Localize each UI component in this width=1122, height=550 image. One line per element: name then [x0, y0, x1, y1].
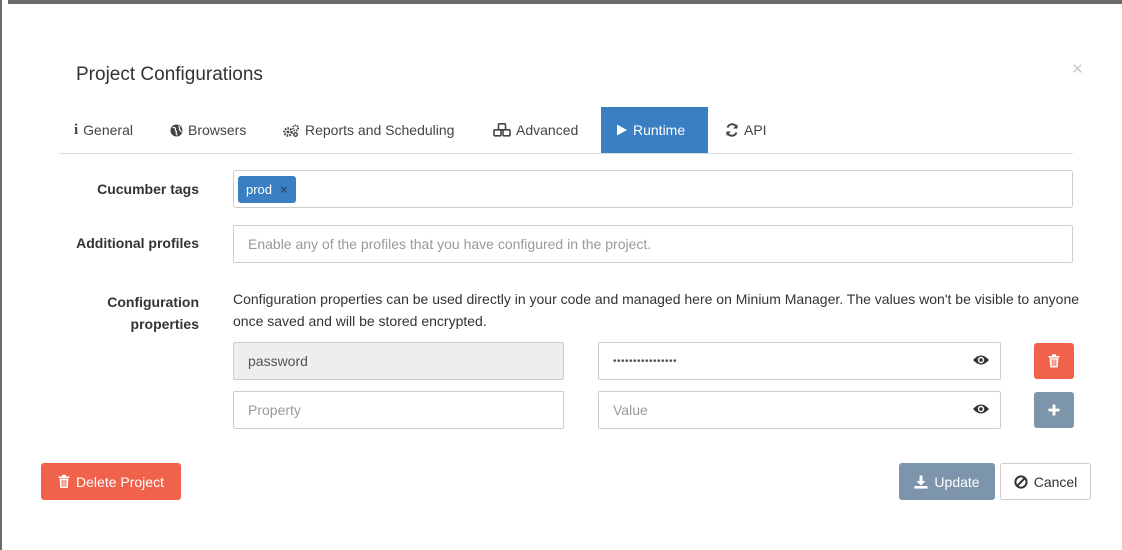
configuration-properties-label: Configuration properties: [60, 291, 199, 335]
trash-icon: [1048, 354, 1060, 368]
tab-general-label: General: [83, 122, 133, 138]
ban-icon: [1014, 474, 1028, 489]
trash-icon: [58, 474, 70, 488]
tab-browsers[interactable]: Browsers: [155, 107, 261, 153]
new-property-input[interactable]: Property: [233, 391, 564, 429]
property-name-value: password: [248, 353, 308, 369]
update-button[interactable]: Update: [899, 463, 995, 500]
new-property-placeholder: Property: [248, 402, 301, 418]
configuration-properties-label-line1: Configuration: [107, 294, 199, 310]
additional-profiles-label: Additional profiles: [76, 235, 199, 251]
tab-runtime-label: Runtime: [633, 122, 686, 138]
cancel-button[interactable]: Cancel: [1000, 463, 1091, 500]
tag-chip-text: prod: [246, 182, 273, 197]
modal-title: Project Configurations: [76, 64, 263, 85]
delete-project-label: Delete Project: [76, 473, 164, 490]
tab-runtime[interactable]: Runtime: [601, 107, 708, 153]
configuration-properties-help: Configuration properties can be used dir…: [233, 291, 1080, 329]
tab-advanced[interactable]: Advanced: [478, 107, 593, 153]
property-value-masked: ••••••••••••••••: [613, 355, 678, 367]
cancel-label: Cancel: [1033, 473, 1078, 490]
gears-icon: [283, 123, 300, 137]
tab-reports-label: Reports and Scheduling: [305, 122, 455, 138]
window-top-border: [0, 0, 1122, 4]
delete-project-button[interactable]: Delete Project: [41, 463, 181, 500]
info-icon: i: [74, 121, 79, 138]
tab-general[interactable]: i General: [59, 107, 148, 153]
delete-property-button[interactable]: [1034, 343, 1074, 379]
new-value-placeholder: Value: [613, 402, 648, 418]
globe-icon: [170, 123, 183, 137]
tab-advanced-label: Advanced: [516, 122, 579, 138]
refresh-icon: [725, 123, 739, 137]
eye-icon[interactable]: [972, 403, 990, 415]
cucumber-tags-label: Cucumber tags: [97, 181, 199, 197]
tab-browsers-label: Browsers: [188, 122, 247, 138]
close-icon[interactable]: ×: [1072, 60, 1083, 80]
tab-api[interactable]: API: [710, 107, 782, 153]
configuration-properties-label-line2: properties: [130, 316, 199, 332]
new-value-input[interactable]: Value: [598, 391, 1001, 429]
tab-bar: i General Browsers Reports and Schedulin…: [59, 107, 1073, 154]
tag-chip: prod ×: [238, 176, 296, 203]
additional-profiles-placeholder: Enable any of the profiles that you have…: [248, 236, 652, 252]
download-icon: [914, 475, 928, 489]
tab-api-label: API: [744, 122, 767, 138]
play-icon: [616, 124, 628, 136]
remove-tag-icon[interactable]: ×: [280, 182, 288, 197]
cucumber-tags-input[interactable]: prod ×: [233, 170, 1073, 208]
update-label: Update: [934, 473, 980, 490]
window-left-border: [0, 0, 8, 550]
eye-icon[interactable]: [972, 354, 990, 366]
property-value-field[interactable]: ••••••••••••••••: [598, 342, 1001, 380]
plus-icon: [1048, 404, 1060, 416]
cubes-icon: [493, 123, 511, 137]
property-name-field: password: [233, 342, 564, 380]
additional-profiles-input[interactable]: Enable any of the profiles that you have…: [233, 225, 1073, 263]
add-property-button[interactable]: [1034, 392, 1074, 428]
tab-reports-and-scheduling[interactable]: Reports and Scheduling: [268, 107, 469, 153]
